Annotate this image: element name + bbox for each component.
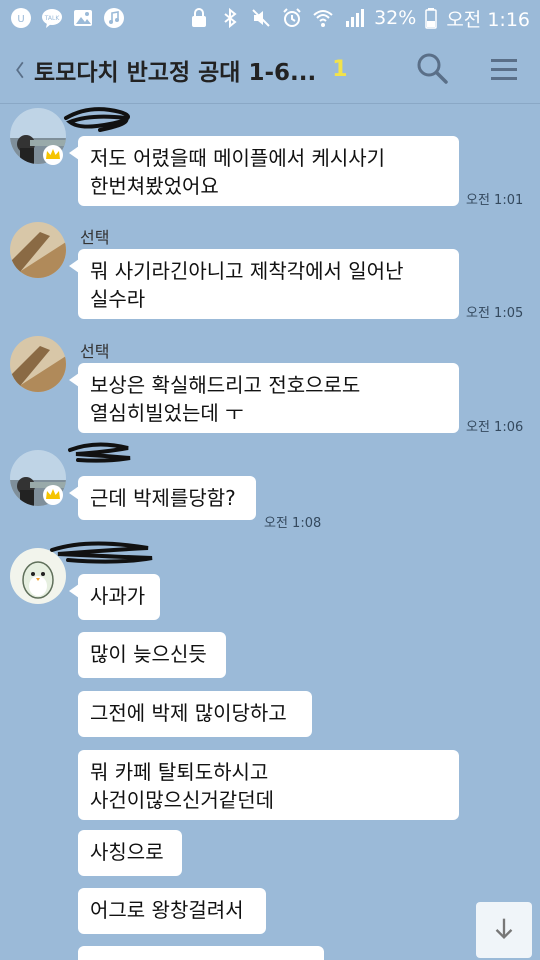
chat-header: 토모다치 반고정 공대 1-6... 1	[0, 36, 540, 104]
scroll-to-bottom-button[interactable]	[476, 902, 532, 958]
message-bubble[interactable]: 저도 어렸을때 메이플에서 케시사기 한번쳐봤었어요	[69, 136, 459, 206]
message-bubble[interactable]: 그전에 박제 많이당하고	[78, 691, 312, 737]
bluetooth-icon	[219, 7, 241, 29]
message-list[interactable]: 저도 어렸을때 메이플에서 케시사기 한번쳐봤었어요 오전 1:01 선택 뭐 …	[0, 104, 540, 960]
search-icon[interactable]	[414, 50, 450, 86]
clock: 오전 1:16	[446, 8, 530, 31]
alarm-icon	[281, 7, 303, 29]
lock-icon	[188, 7, 210, 29]
wifi-icon	[312, 7, 334, 29]
sender-name: 선택	[80, 228, 110, 247]
menu-icon[interactable]	[488, 54, 520, 86]
redacted-name-scribble	[50, 541, 153, 564]
chat-room-title[interactable]: 토모다치 반고정 공대 1-6...	[34, 53, 316, 87]
avatar[interactable]	[10, 336, 66, 392]
crown-badge-icon	[42, 144, 64, 166]
message-bubble[interactable]: 보상은 확실해드리고 전호으로도 열심히빌었는데 ㅜ	[69, 363, 459, 433]
gallery-notification-icon	[72, 7, 94, 29]
message-bubble[interactable]: 뭐 사기라긴아니고 제착각에서 일어난 실수라	[69, 249, 459, 319]
sender-name: 선택	[80, 342, 110, 361]
battery-icon	[425, 7, 438, 29]
back-chevron-icon[interactable]	[6, 50, 34, 90]
redacted-name-scribble	[68, 442, 131, 463]
status-right-icons: 32% 오전 1:16	[188, 5, 530, 32]
member-count: 1	[332, 57, 348, 82]
svg-text:U: U	[17, 14, 24, 25]
message-bubble[interactable]: 사과가	[69, 574, 160, 620]
status-bar: U TALK 32% 오전 1:16	[0, 0, 540, 36]
battery-percent: 32%	[374, 7, 417, 29]
message-bubble-partial[interactable]	[78, 946, 324, 960]
signal-icon	[343, 7, 365, 29]
message-time: 오전 1:08	[264, 516, 322, 531]
arrow-down-icon	[490, 914, 518, 946]
redacted-name-scribble	[64, 107, 130, 132]
message-time: 오전 1:05	[466, 306, 524, 321]
talk-notification-icon: TALK	[41, 7, 63, 29]
kakaotalk-notification-icon: U	[10, 7, 32, 29]
avatar[interactable]	[10, 222, 66, 278]
music-notification-icon	[103, 7, 125, 29]
message-bubble[interactable]: 근데 박제를당함?	[69, 476, 256, 520]
message-time: 오전 1:06	[466, 420, 524, 435]
message-bubble[interactable]: 뭐 카페 탈퇴도하시고 사건이많으신거같던데	[78, 750, 459, 820]
svg-text:TALK: TALK	[44, 15, 61, 22]
message-bubble[interactable]: 어그로 왕창걸려서	[78, 888, 266, 934]
message-bubble[interactable]: 사칭으로	[78, 830, 182, 876]
status-left-icons: U TALK	[10, 7, 125, 29]
message-time: 오전 1:01	[466, 193, 524, 208]
message-bubble[interactable]: 많이 늦으신듯	[78, 632, 226, 678]
mute-icon	[250, 7, 272, 29]
crown-badge-icon	[42, 484, 64, 506]
